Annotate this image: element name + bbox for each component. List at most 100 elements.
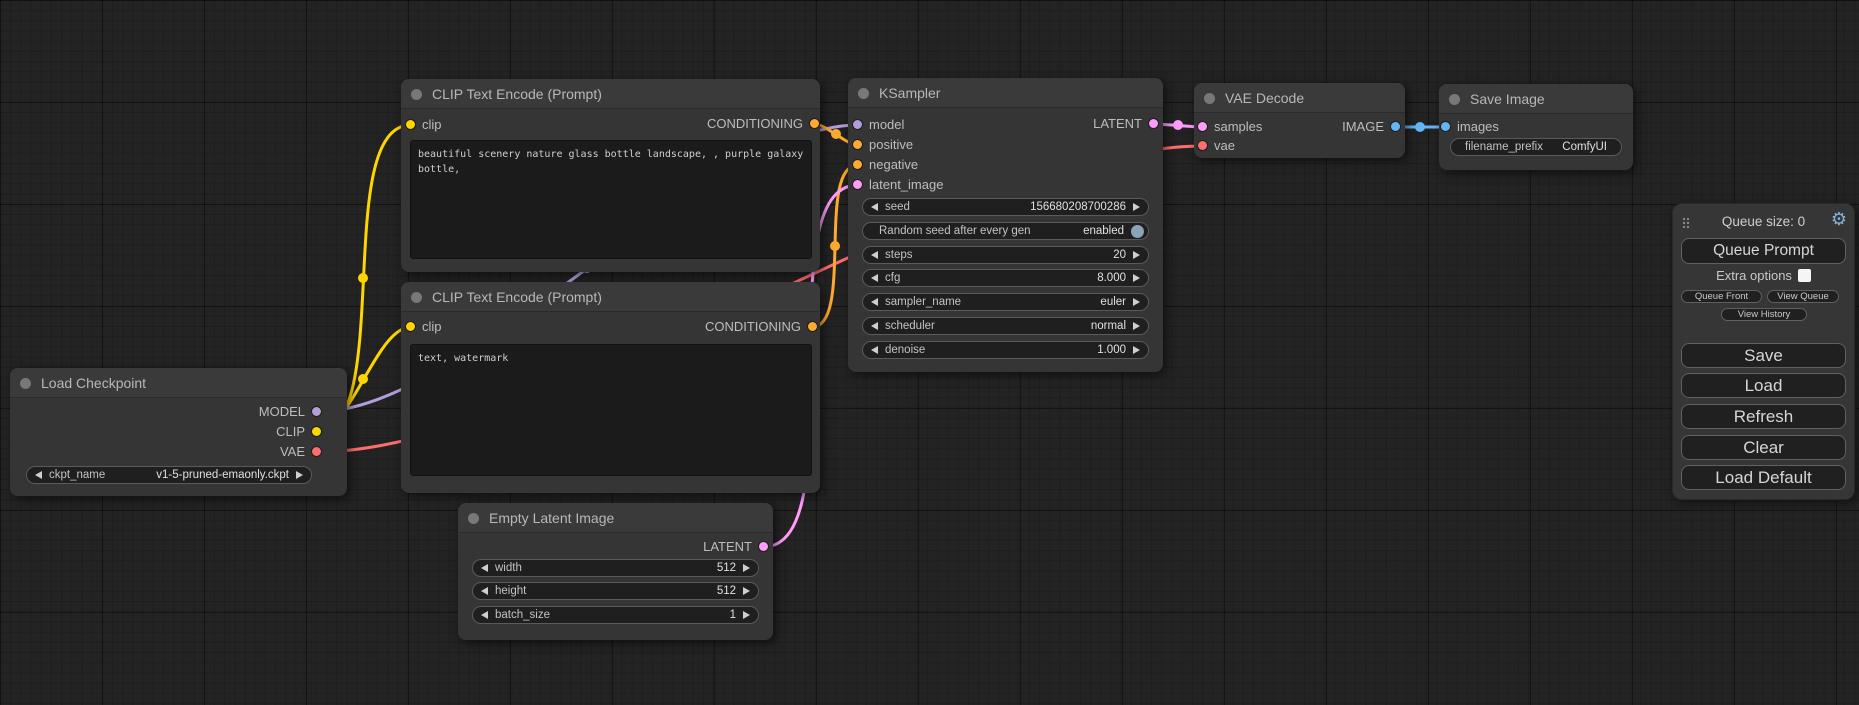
random-seed-toggle-widget[interactable]: Random seed after every gen enabled: [862, 222, 1149, 240]
sampler-name-widget[interactable]: sampler_name euler: [862, 293, 1149, 311]
node-title-bar[interactable]: KSampler: [848, 78, 1163, 108]
prompt-text-input[interactable]: text, watermark: [410, 344, 812, 476]
input-port-model[interactable]: [853, 120, 862, 129]
collapse-dot[interactable]: [411, 89, 422, 100]
increment-arrow-icon[interactable]: [1133, 322, 1140, 330]
input-port-latent-image[interactable]: [853, 180, 862, 189]
load-button[interactable]: Load: [1681, 373, 1846, 398]
node-load-checkpoint: Load Checkpoint MODEL CLIP VAE ckpt_name…: [10, 368, 347, 496]
random-seed-toggle-knob[interactable]: [1131, 225, 1144, 238]
output-port-vae[interactable]: [312, 447, 321, 456]
collapse-dot[interactable]: [1204, 93, 1215, 104]
height-widget[interactable]: height 512: [472, 582, 759, 600]
increment-arrow-icon[interactable]: [1133, 251, 1140, 259]
steps-widget[interactable]: steps 20: [862, 246, 1149, 264]
increment-arrow-icon[interactable]: [296, 471, 303, 479]
queue-panel: Queue size: 0 ⚙ Queue Prompt Extra optio…: [1672, 203, 1855, 500]
queue-front-button[interactable]: Queue Front: [1681, 290, 1762, 303]
widget-label: steps: [885, 249, 913, 261]
filename-prefix-widget[interactable]: filename_prefix ComfyUI: [1450, 138, 1622, 156]
decrement-arrow-icon[interactable]: [871, 251, 878, 259]
input-port-clip[interactable]: [406, 322, 415, 331]
input-port-negative[interactable]: [853, 160, 862, 169]
increment-arrow-icon[interactable]: [1133, 203, 1140, 211]
output-port-clip[interactable]: [312, 427, 321, 436]
output-port-conditioning[interactable]: [810, 119, 819, 128]
increment-arrow-icon[interactable]: [743, 564, 750, 572]
collapse-dot[interactable]: [1449, 94, 1460, 105]
decrement-arrow-icon[interactable]: [871, 322, 878, 330]
settings-gear-icon[interactable]: ⚙: [1831, 209, 1847, 229]
seed-widget[interactable]: seed 156680208700286: [862, 198, 1149, 216]
prompt-text-input[interactable]: beautiful scenery nature glass bottle la…: [410, 140, 812, 259]
refresh-button[interactable]: Refresh: [1681, 404, 1846, 429]
input-label: vae: [1214, 138, 1235, 153]
output-port-conditioning[interactable]: [808, 322, 817, 331]
node-title-bar[interactable]: Load Checkpoint: [10, 368, 347, 398]
clear-button[interactable]: Clear: [1681, 435, 1846, 460]
increment-arrow-icon[interactable]: [1133, 346, 1140, 354]
extra-options-label: Extra options: [1716, 268, 1792, 283]
scheduler-widget[interactable]: scheduler normal: [862, 317, 1149, 335]
node-title: Empty Latent Image: [489, 510, 614, 526]
input-label: clip: [422, 117, 442, 132]
node-title: Load Checkpoint: [41, 375, 146, 391]
output-label: VAE: [280, 444, 305, 459]
input-port-vae[interactable]: [1198, 141, 1207, 150]
node-title-bar[interactable]: Save Image: [1439, 84, 1633, 114]
node-graph-canvas[interactable]: Load Checkpoint MODEL CLIP VAE ckpt_name…: [0, 0, 1859, 705]
widget-label: filename_prefix: [1465, 141, 1543, 153]
widget-label: seed: [885, 201, 910, 213]
decrement-arrow-icon[interactable]: [871, 274, 878, 282]
decrement-arrow-icon[interactable]: [871, 346, 878, 354]
input-port-clip[interactable]: [406, 120, 415, 129]
input-port-positive[interactable]: [853, 140, 862, 149]
node-title-bar[interactable]: Empty Latent Image: [458, 503, 773, 533]
save-button[interactable]: Save: [1681, 343, 1846, 368]
node-title-bar[interactable]: CLIP Text Encode (Prompt): [401, 282, 820, 312]
decrement-arrow-icon[interactable]: [871, 203, 878, 211]
decrement-arrow-icon[interactable]: [871, 298, 878, 306]
collapse-dot[interactable]: [858, 88, 869, 99]
node-title: KSampler: [879, 85, 940, 101]
ckpt-name-widget[interactable]: ckpt_name v1-5-pruned-emaonly.ckpt: [26, 466, 312, 484]
input-port-images[interactable]: [1441, 122, 1450, 131]
node-title: VAE Decode: [1225, 90, 1304, 106]
output-label: LATENT: [703, 539, 752, 554]
node-title: CLIP Text Encode (Prompt): [432, 289, 602, 305]
denoise-widget[interactable]: denoise 1.000: [862, 341, 1149, 359]
width-widget[interactable]: width 512: [472, 559, 759, 577]
increment-arrow-icon[interactable]: [1133, 274, 1140, 282]
decrement-arrow-icon[interactable]: [481, 587, 488, 595]
widget-value: normal: [1091, 320, 1126, 332]
view-history-button[interactable]: View History: [1721, 308, 1807, 321]
output-label: CONDITIONING: [707, 116, 803, 131]
increment-arrow-icon[interactable]: [743, 611, 750, 619]
increment-arrow-icon[interactable]: [743, 587, 750, 595]
output-port-image[interactable]: [1391, 122, 1400, 131]
collapse-dot[interactable]: [20, 378, 31, 389]
batch-size-widget[interactable]: batch_size 1: [472, 606, 759, 624]
output-label: LATENT: [1093, 116, 1142, 131]
widget-value: 512: [717, 562, 736, 574]
output-port-model[interactable]: [312, 407, 321, 416]
link-midpoint-dot: [1415, 122, 1425, 132]
input-port-samples[interactable]: [1198, 122, 1207, 131]
increment-arrow-icon[interactable]: [1133, 298, 1140, 306]
output-port-latent[interactable]: [1149, 119, 1158, 128]
queue-prompt-button[interactable]: Queue Prompt: [1681, 238, 1846, 264]
cfg-widget[interactable]: cfg 8.000: [862, 269, 1149, 287]
output-port-latent[interactable]: [759, 542, 768, 551]
decrement-arrow-icon[interactable]: [481, 564, 488, 572]
node-title-bar[interactable]: VAE Decode: [1194, 83, 1405, 113]
collapse-dot[interactable]: [468, 513, 479, 524]
node-title-bar[interactable]: CLIP Text Encode (Prompt): [401, 79, 820, 109]
input-label: positive: [869, 137, 913, 152]
node-ksampler: KSampler model positive negative latent_…: [848, 78, 1163, 372]
extra-options-checkbox[interactable]: [1798, 269, 1811, 282]
view-queue-button[interactable]: View Queue: [1767, 290, 1839, 303]
decrement-arrow-icon[interactable]: [35, 471, 42, 479]
collapse-dot[interactable]: [411, 292, 422, 303]
decrement-arrow-icon[interactable]: [481, 611, 488, 619]
load-default-button[interactable]: Load Default: [1681, 465, 1846, 490]
